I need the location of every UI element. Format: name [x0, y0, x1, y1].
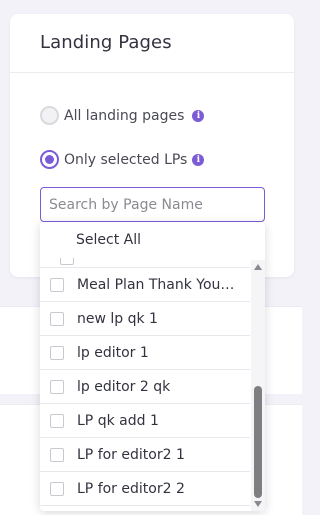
radio-checked-icon[interactable] [40, 150, 59, 169]
checkbox[interactable] [50, 379, 64, 394]
radio-all-label: All landing pages [64, 107, 185, 124]
list-item-label: LP qk add 1 [77, 412, 159, 429]
list-item-label: LP for editor2 1 [77, 446, 185, 463]
radio-all-landing-pages[interactable]: All landing pages i [40, 106, 205, 125]
list-item[interactable]: lp editor 2 qk [40, 370, 250, 404]
radio-only-selected-lps[interactable]: Only selected LPs i [40, 150, 205, 169]
list-item-label: lp editor 2 qk [77, 378, 171, 395]
list-item[interactable]: lp editor 1 [40, 336, 250, 370]
landing-pages-dropdown: Select All Meal Plan Thank You A... new … [40, 222, 265, 511]
scroll-down-icon[interactable] [254, 501, 262, 507]
radio-selected-label: Only selected LPs [64, 151, 188, 168]
scroll-up-icon[interactable] [254, 264, 262, 270]
card-header: Landing Pages [10, 14, 294, 73]
info-icon[interactable]: i [192, 109, 205, 122]
checkbox[interactable] [50, 413, 64, 428]
info-icon[interactable]: i [192, 153, 205, 166]
radio-unchecked-icon[interactable] [40, 106, 59, 125]
list-item-label: new lp qk 1 [77, 310, 158, 327]
list-item[interactable]: LP for editor2 2 [40, 472, 250, 506]
list-item[interactable]: LP qk add 1 [40, 404, 250, 438]
select-all-label: Select All [76, 232, 141, 248]
scrollbar[interactable] [251, 260, 265, 511]
scrollbar-thumb[interactable] [254, 386, 262, 498]
list-item-label: Meal Plan Thank You A... [77, 276, 237, 293]
list-item[interactable] [40, 258, 250, 268]
list-item-label: lp editor 1 [77, 344, 149, 361]
search-input[interactable] [40, 187, 265, 222]
list-item-label: LP for editor2 2 [77, 480, 185, 497]
card-title: Landing Pages [40, 32, 172, 53]
list-item[interactable]: LP for editor2 1 [40, 438, 250, 472]
checkbox[interactable] [50, 345, 64, 360]
checkbox[interactable] [50, 311, 64, 326]
checkbox[interactable] [50, 481, 64, 496]
checkbox[interactable] [60, 258, 74, 265]
checkbox[interactable] [50, 447, 64, 462]
select-all-option[interactable]: Select All [40, 222, 265, 258]
landing-pages-list: Meal Plan Thank You A... new lp qk 1 lp … [40, 258, 250, 506]
list-item[interactable]: new lp qk 1 [40, 302, 250, 336]
list-item[interactable]: Meal Plan Thank You A... [40, 268, 250, 302]
checkbox[interactable] [50, 277, 64, 292]
